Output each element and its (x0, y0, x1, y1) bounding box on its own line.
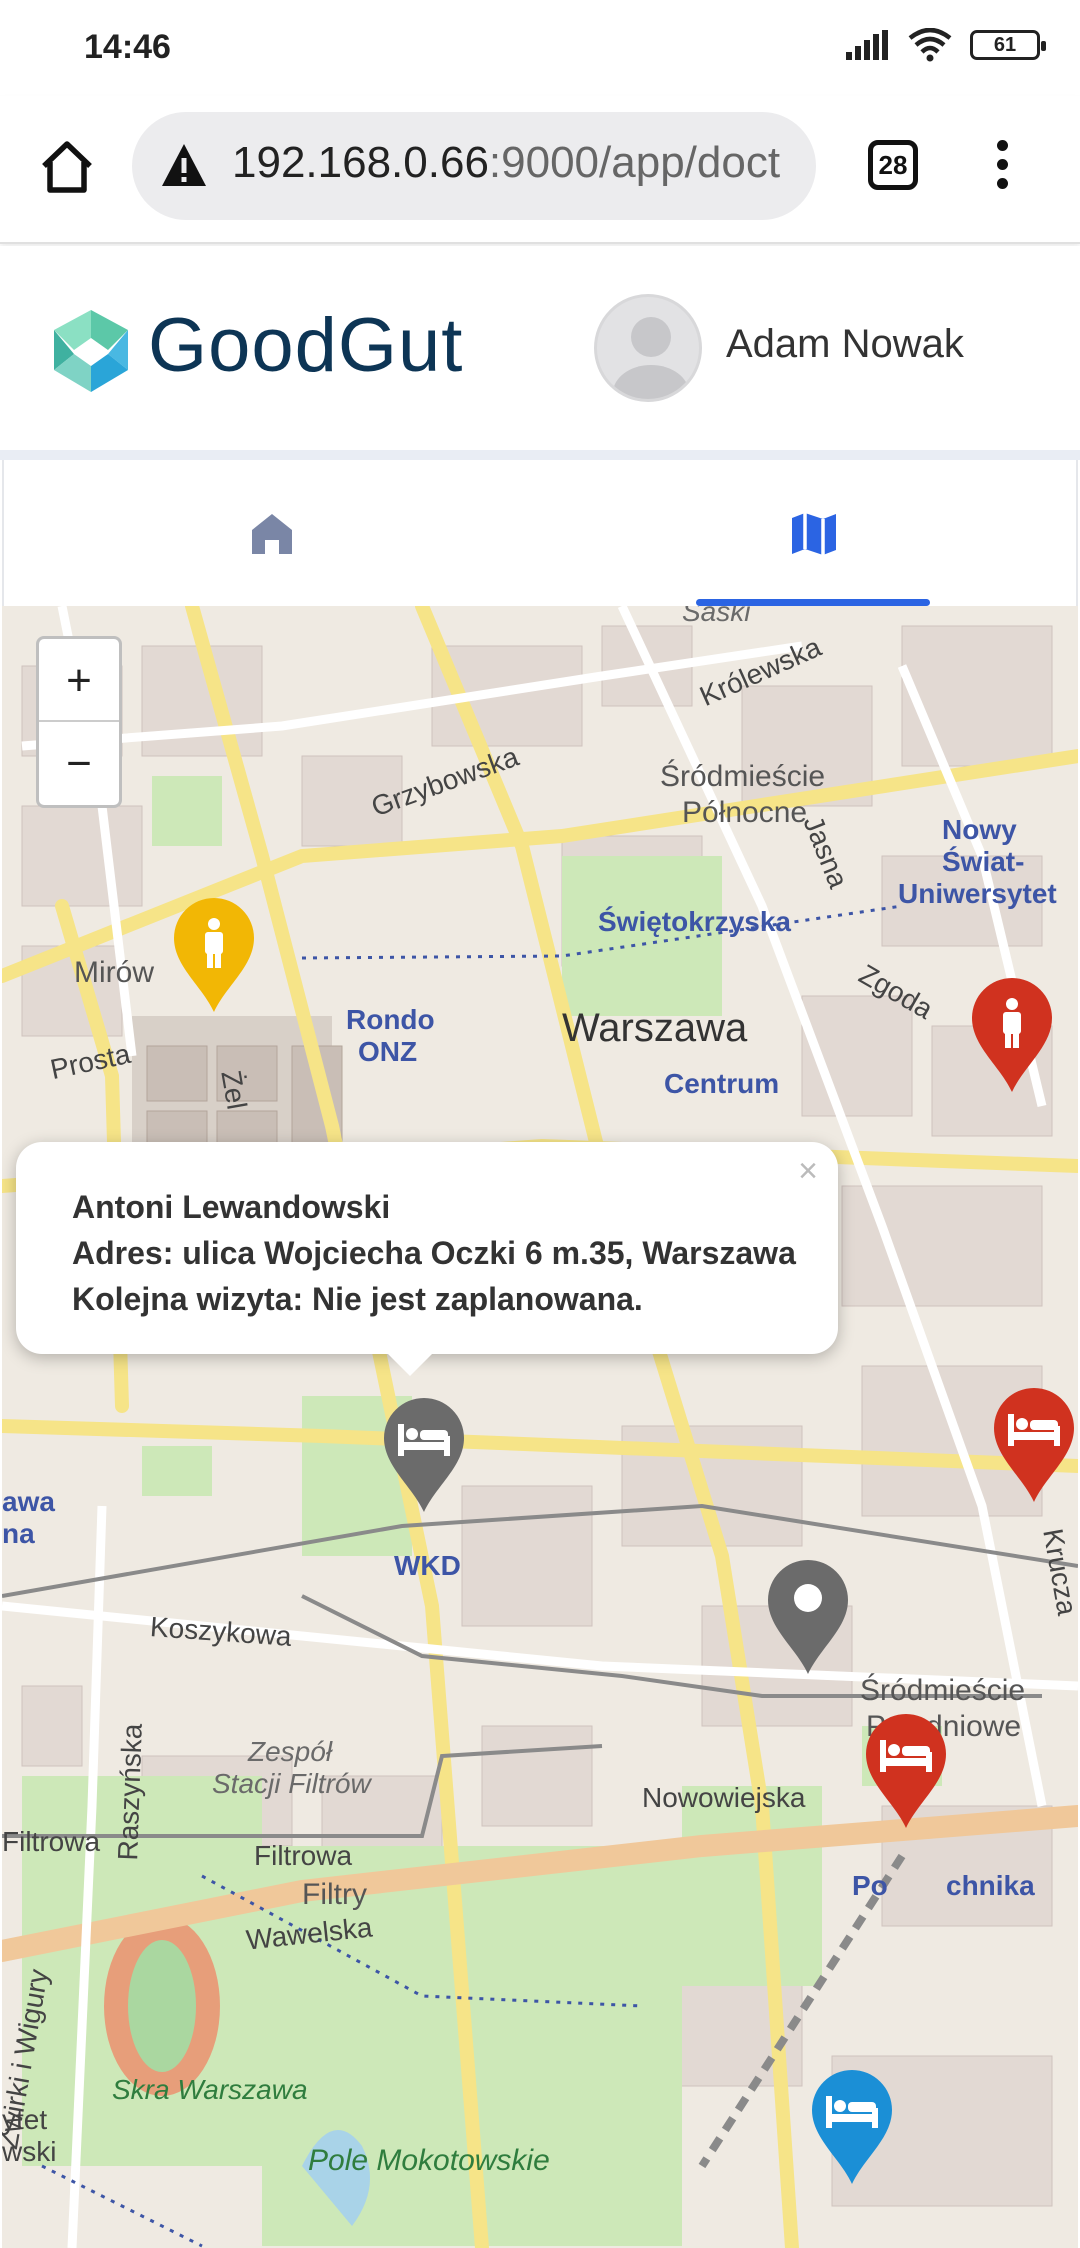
popup-tip (384, 1350, 436, 1376)
location-marker-icon[interactable] (766, 1558, 850, 1676)
url-path: :9000/app/doct (488, 138, 781, 187)
map-label-nowy-1: Nowy (942, 814, 1017, 845)
marker-popup: × Antoni Lewandowski Adres: ulica Wojcie… (16, 1142, 838, 1354)
avatar[interactable] (594, 294, 702, 402)
map-label-rondo-1: Rondo (346, 1004, 435, 1035)
tab-map-icon[interactable] (790, 510, 838, 558)
map-label-zel: Żel (215, 1068, 253, 1112)
map-label-wski: wski (2, 2136, 57, 2167)
map-label-srodmiescie-polnocne-2: Północne (682, 796, 808, 829)
zoom-out-button[interactable]: − (39, 722, 119, 805)
map-label-filtry: Filtry (302, 1878, 367, 1911)
patient-marker-icon[interactable] (970, 976, 1054, 1094)
map-view[interactable]: Saski Królewska Grzybowska Śródmieście P… (2, 606, 1078, 2248)
map-label-zespol-1: Zespół (248, 1736, 333, 1767)
map-label-awa: awa (2, 1486, 55, 1517)
map-label-swietokrzyska: Świętokrzyska (598, 906, 791, 937)
goodgut-logo-icon[interactable] (52, 308, 130, 394)
bed-marker-icon[interactable] (810, 2068, 894, 2186)
zoom-control: + − (36, 636, 122, 808)
user-avatar-icon (613, 317, 689, 399)
tab-bar (2, 460, 1078, 606)
map-label-skra: Skra Warszawa (112, 2074, 308, 2105)
map-label-filtrowa-left: Filtrowa (2, 1826, 101, 1857)
popup-patient-name: Antoni Lewandowski (72, 1189, 391, 1225)
url-host: 192.168.0.66 (232, 138, 489, 187)
map-label-mirow: Mirów (74, 956, 154, 989)
map-tiles (2, 606, 1078, 2248)
bed-marker-icon[interactable] (992, 1386, 1076, 1504)
browser-toolbar: 192.168.0.66:9000/app/doct 28 (0, 96, 1080, 244)
map-label-centrum: Centrum (664, 1068, 780, 1099)
url-bar[interactable]: 192.168.0.66:9000/app/doct (132, 112, 816, 220)
status-icons: 61 (846, 28, 1046, 62)
header-divider (0, 450, 1080, 460)
active-tab-indicator (696, 599, 930, 606)
popup-next-visit: Kolejna wizyta: Nie jest zaplanowana. (72, 1281, 643, 1317)
map-label-warszawa: Warszawa (562, 1006, 748, 1050)
status-time: 14:46 (84, 28, 171, 66)
map-label-politechnika-b: chnika (946, 1870, 1035, 1901)
status-bar: 14:46 61 (0, 0, 1080, 96)
warning-icon[interactable] (160, 142, 208, 188)
map-label-pole: Pole Mokotowskie (308, 2144, 550, 2177)
map-label-srodmiescie-pd-1: Śródmieście (860, 1674, 1026, 1707)
user-name[interactable]: Adam Nowak (726, 322, 964, 367)
zoom-in-button[interactable]: + (39, 639, 119, 722)
map-label-ytet: ytet (2, 2104, 48, 2135)
signal-icon (846, 30, 888, 60)
popup-close-button[interactable]: × (798, 1152, 818, 1191)
brand-name[interactable]: GoodGut (148, 302, 463, 389)
tab-switcher-button[interactable]: 28 (868, 140, 918, 190)
map-label-raszynska: Raszyńska (112, 1723, 148, 1861)
app-header: GoodGut Adam Nowak (0, 246, 1080, 454)
map-label-srodmiescie-polnocne-1: Śródmieście (660, 760, 826, 793)
more-options-icon[interactable] (990, 140, 1014, 196)
browser-home-icon[interactable] (38, 138, 96, 196)
url-text: 192.168.0.66:9000/app/doct (232, 138, 780, 188)
tab-home-icon[interactable] (248, 510, 296, 558)
map-label-wkd: WKD (394, 1550, 461, 1581)
patient-marker-icon[interactable] (172, 896, 256, 1014)
map-label-na: na (2, 1518, 35, 1549)
map-label-nowowiejska: Nowowiejska (642, 1782, 806, 1813)
bed-marker-icon[interactable] (864, 1712, 948, 1830)
popup-content: Antoni Lewandowski Adres: ulica Wojciech… (72, 1184, 796, 1322)
map-label-saski: Saski (682, 606, 751, 627)
map-label-filtrowa: Filtrowa (254, 1840, 353, 1871)
wifi-icon (908, 28, 952, 62)
map-label-politechnika-a: Po (852, 1870, 888, 1901)
bed-marker-icon[interactable] (382, 1396, 466, 1514)
popup-address: Adres: ulica Wojciecha Oczki 6 m.35, War… (72, 1235, 796, 1271)
battery-icon: 61 (970, 30, 1046, 60)
map-label-nowy-3: Uniwersytet (898, 878, 1057, 909)
map-label-zespol-2: Stacji Filtrów (212, 1768, 371, 1799)
map-label-rondo-2: ONZ (358, 1036, 418, 1067)
map-label-nowy-2: Świat- (942, 846, 1025, 877)
